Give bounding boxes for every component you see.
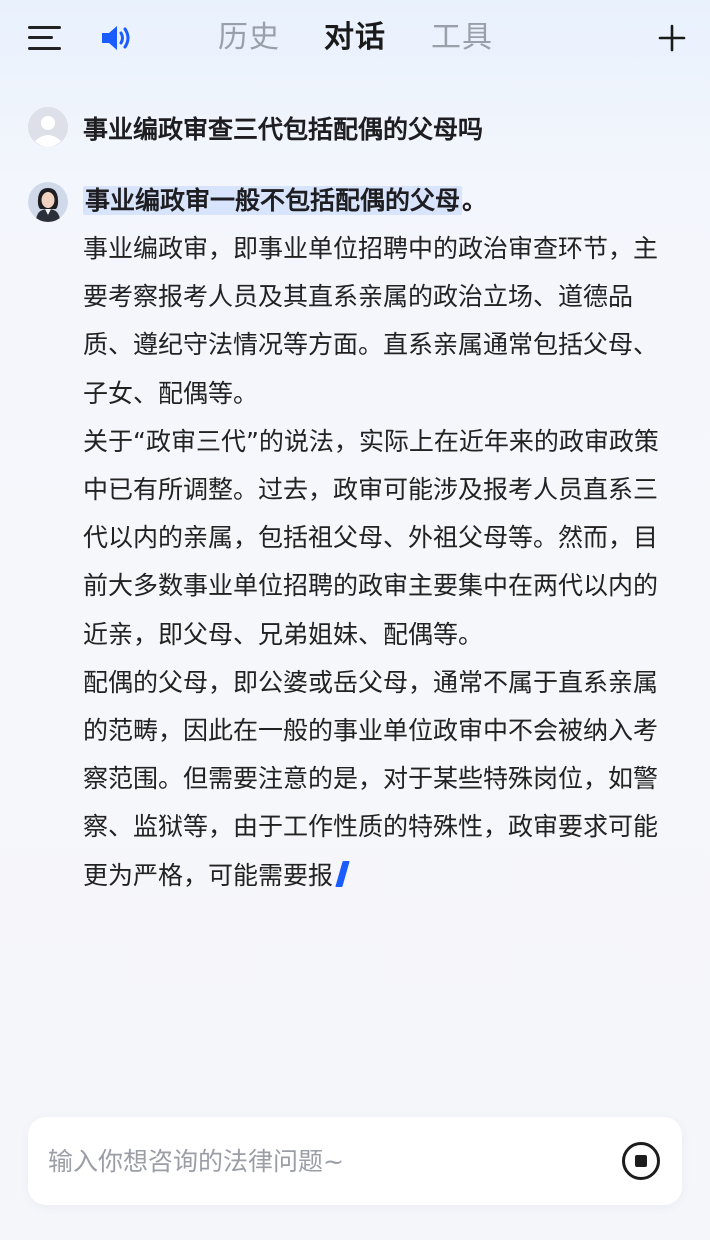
answer-paragraph: 配偶的父母，即公婆或岳父母，通常不属于直系亲属的范畴，因此在一般的事业单位政审中… [83, 659, 673, 900]
tab-history[interactable]: 历史 [218, 18, 280, 58]
answer-highlighted-lead: 事业编政审一般不包括配偶的父母 [83, 186, 463, 215]
user-question-text: 事业编政审查三代包括配偶的父母吗 [83, 115, 484, 144]
answer-lead: 事业编政审一般不包括配偶的父母。 [83, 184, 487, 218]
answer-lead-tail: 。 [462, 186, 488, 215]
tab-tools[interactable]: 工具 [431, 18, 493, 58]
typing-cursor-icon [335, 860, 350, 887]
question-input[interactable] [48, 1117, 608, 1205]
chat-input-bar [28, 1117, 682, 1205]
assistant-avatar-icon [28, 182, 68, 222]
user-avatar-icon [28, 107, 68, 147]
hamburger-menu-icon[interactable] [28, 24, 62, 52]
answer-paragraph-text: 配偶的父母，即公婆或岳父母，通常不属于直系亲属的范畴，因此在一般的事业单位政审中… [83, 667, 659, 890]
plus-icon[interactable] [656, 22, 688, 54]
answer-body: 事业编政审，即事业单位招聘中的政治审查环节，主要考察报考人员及其直系亲属的政治立… [83, 225, 673, 900]
stop-square-icon [635, 1155, 647, 1167]
answer-paragraph: 关于“政审三代”的说法，实际上在近年来的政审政策中已有所调整。过去，政审可能涉及… [83, 426, 659, 649]
top-navigation-bar: 历史 对话 工具 [0, 0, 710, 76]
speaker-volume-icon[interactable] [100, 22, 136, 54]
tab-chat[interactable]: 对话 [324, 18, 386, 58]
stop-generating-icon[interactable] [622, 1142, 660, 1180]
answer-paragraph: 事业编政审，即事业单位招聘中的政治审查环节，主要考察报考人员及其直系亲属的政治立… [83, 234, 659, 408]
